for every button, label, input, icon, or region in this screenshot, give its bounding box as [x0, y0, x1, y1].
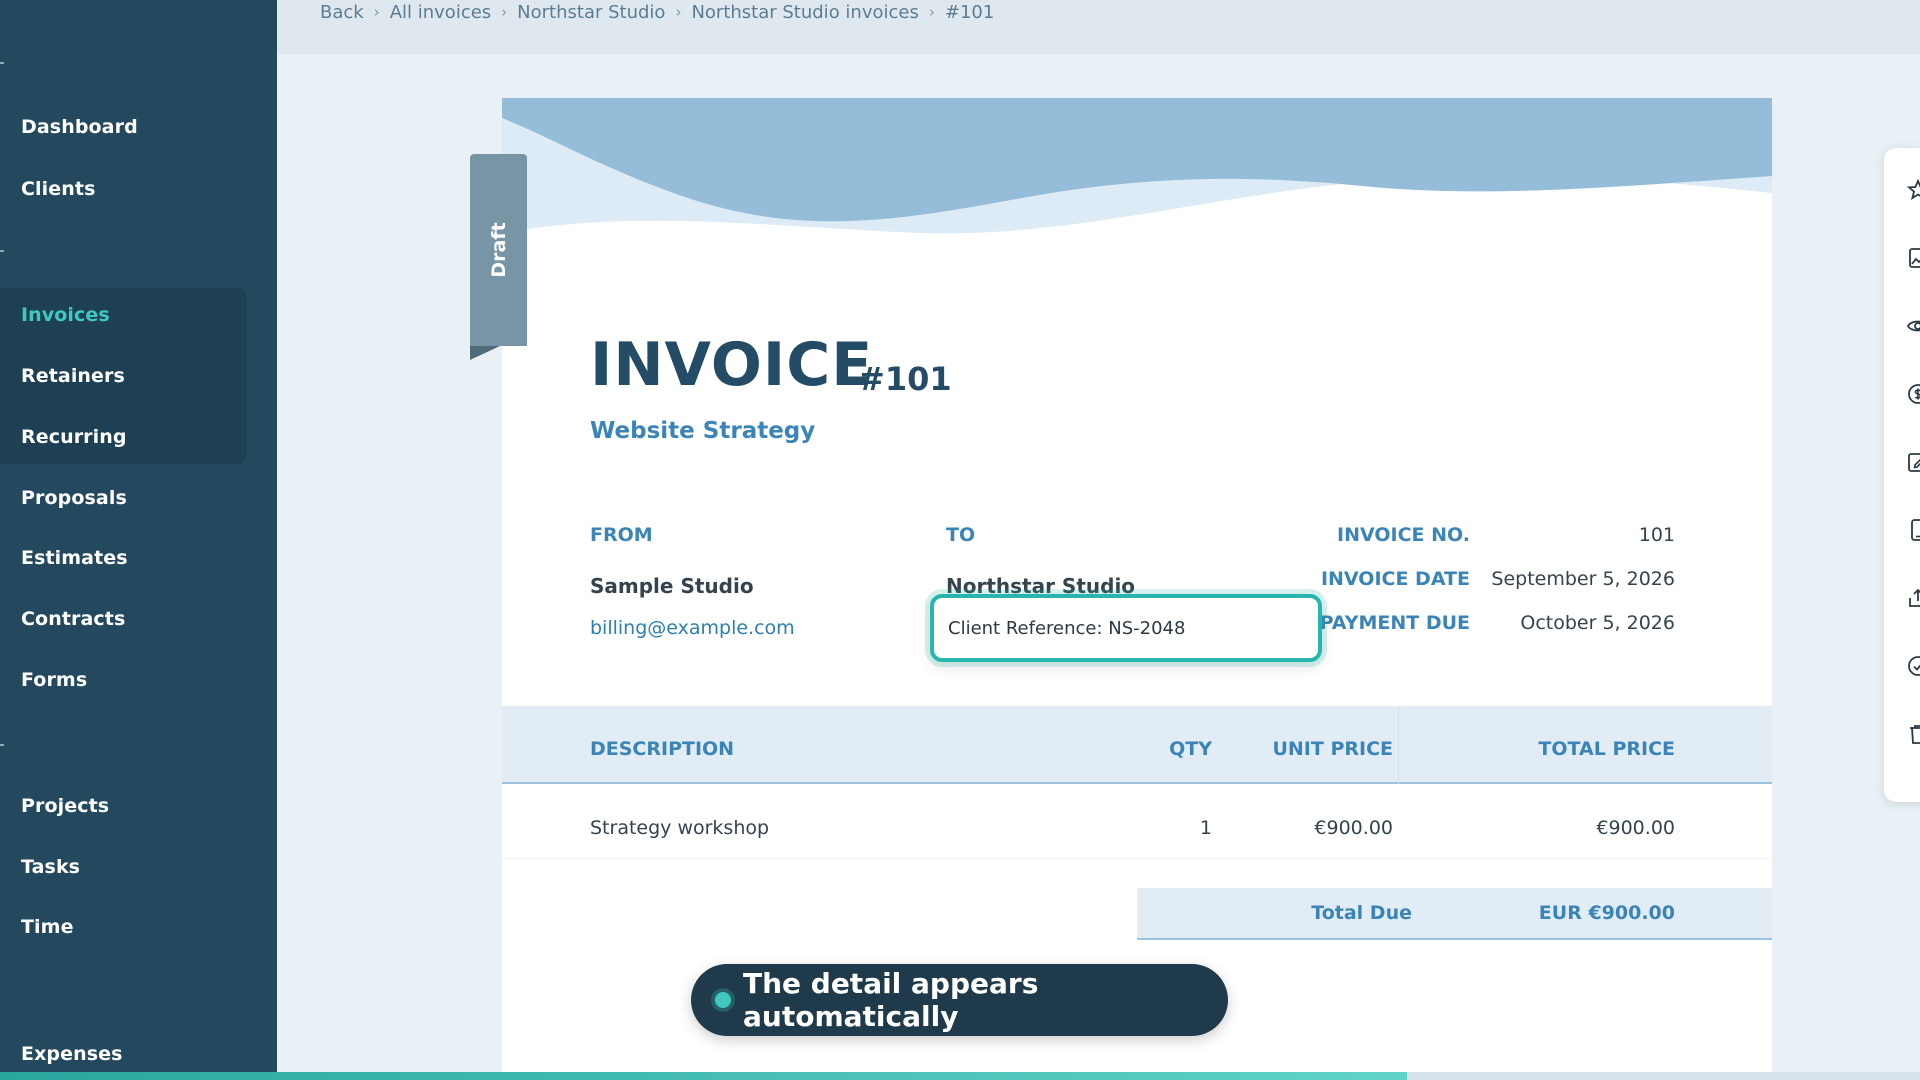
edit-icon[interactable] [1906, 450, 1920, 474]
progress-bar [0, 1072, 1920, 1080]
image-icon[interactable] [1906, 246, 1920, 270]
sidebar-item-forms[interactable]: Forms [21, 669, 87, 691]
sidebar-item-dashboard[interactable]: Dashboard [21, 116, 138, 138]
status-dot-icon [715, 992, 731, 1008]
sidebar-item-invoices[interactable]: Invoices [21, 304, 110, 326]
from-name: Sample Studio [590, 574, 754, 598]
invoice-date-value: September 5, 2026 [1491, 568, 1675, 590]
chevron-right-icon: › [373, 3, 380, 21]
from-label: FROM [590, 524, 653, 546]
sidebar-item-estimates[interactable]: Estimates [21, 547, 128, 569]
breadcrumb-client[interactable]: Northstar Studio [517, 2, 665, 23]
invoice-no-value: 101 [1638, 524, 1675, 546]
draft-status-tab: Draft [470, 154, 527, 346]
column-header-description: DESCRIPTION [590, 738, 735, 760]
share-icon[interactable] [1906, 586, 1920, 610]
total-due-box: Total Due EUR €900.00 [1137, 888, 1772, 940]
breadcrumb-current: #101 [944, 1, 995, 23]
chevron-right-icon: › [928, 3, 935, 21]
invoice-no-label: INVOICE NO. [1337, 524, 1470, 546]
hint-toast: The detail appears automatically [691, 964, 1228, 1036]
sidebar-item-clients[interactable]: Clients [21, 178, 95, 200]
row-divider [502, 858, 1772, 859]
toast-message: The detail appears automatically [743, 967, 1039, 1033]
chevron-right-icon: › [501, 3, 508, 21]
invoice-title: INVOICE [590, 330, 874, 400]
mobile-icon[interactable] [1906, 518, 1920, 542]
eye-icon[interactable] [1906, 314, 1920, 338]
chevron-right-icon: › [675, 3, 682, 21]
group-marker [0, 744, 4, 746]
sidebar-item-recurring[interactable]: Recurring [21, 426, 127, 448]
payment-due-value: October 5, 2026 [1520, 612, 1675, 634]
breadcrumb-client-invoices[interactable]: Northstar Studio invoices [691, 2, 918, 23]
line-item-unit-price: €900.00 [1314, 817, 1393, 839]
sidebar-item-tasks[interactable]: Tasks [21, 856, 80, 878]
column-header-unit-price: UNIT PRICE [1272, 738, 1393, 760]
line-items-header: DESCRIPTION QTY UNIT PRICE TOTAL PRICE [502, 706, 1772, 784]
line-item-qty: 1 [1199, 817, 1212, 839]
trash-icon[interactable] [1906, 722, 1920, 746]
invoice-subtitle: Website Strategy [590, 418, 816, 444]
to-label: TO [946, 524, 976, 546]
total-due-value: EUR €900.00 [1538, 902, 1675, 924]
document-toolbar [1884, 148, 1920, 802]
invoice-number-heading: #101 [858, 360, 952, 398]
check-circle-icon[interactable] [1906, 654, 1920, 678]
sidebar-item-contracts[interactable]: Contracts [21, 608, 125, 630]
group-marker [0, 250, 4, 252]
invoice-date-label: INVOICE DATE [1320, 568, 1470, 590]
sidebar-item-retainers[interactable]: Retainers [21, 365, 125, 387]
group-marker [0, 62, 4, 64]
client-reference-text: Client Reference: NS-2048 [948, 617, 1186, 639]
breadcrumb-back[interactable]: Back [320, 2, 364, 23]
column-header-total-price: TOTAL PRICE [1538, 738, 1675, 760]
dollar-icon[interactable] [1906, 382, 1920, 406]
star-icon[interactable] [1906, 178, 1920, 202]
line-item-total-price: €900.00 [1596, 817, 1675, 839]
column-divider [1398, 706, 1399, 784]
total-due-label: Total Due [1311, 902, 1412, 924]
draft-label: Draft [487, 222, 510, 278]
sidebar-item-projects[interactable]: Projects [21, 795, 109, 817]
client-reference-popover[interactable]: Client Reference: NS-2048 [930, 594, 1322, 662]
column-header-qty: QTY [1169, 738, 1212, 760]
sidebar: Dashboard Clients Invoices Retainers Rec… [0, 0, 277, 1080]
breadcrumb-all-invoices[interactable]: All invoices [390, 2, 491, 23]
header-wave-decoration [502, 98, 1772, 248]
line-item-description: Strategy workshop [590, 817, 770, 839]
from-email-link[interactable]: billing@example.com [590, 617, 795, 639]
sidebar-item-proposals[interactable]: Proposals [21, 487, 127, 509]
progress-fill [0, 1072, 1408, 1080]
sidebar-item-time[interactable]: Time [21, 916, 74, 938]
sidebar-item-expenses[interactable]: Expenses [21, 1043, 123, 1065]
draft-tab-fold [470, 346, 500, 360]
breadcrumb: Back › All invoices › Northstar Studio ›… [320, 1, 994, 23]
